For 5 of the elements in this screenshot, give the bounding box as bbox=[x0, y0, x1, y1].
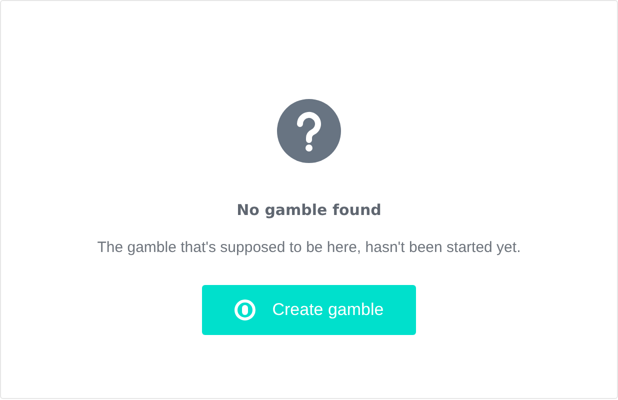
create-gamble-button[interactable]: Create gamble bbox=[202, 285, 416, 335]
empty-state-title: No gamble found bbox=[236, 200, 382, 221]
question-icon bbox=[277, 99, 341, 163]
empty-state-message: The gamble that's supposed to be here, hasn't been started yet. bbox=[97, 238, 521, 258]
coin-icon bbox=[234, 299, 256, 321]
